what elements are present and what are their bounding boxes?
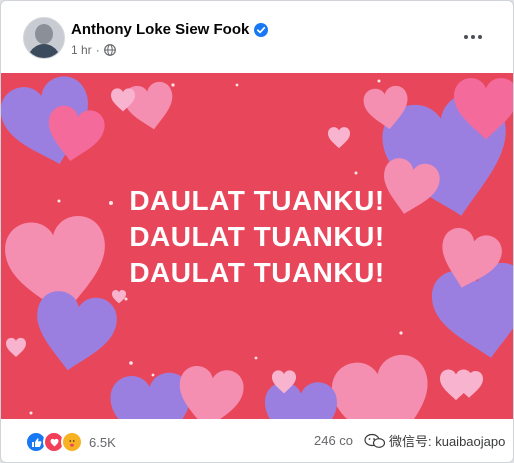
author-name[interactable]: Anthony Loke Siew Fook: [71, 21, 249, 38]
post-image[interactable]: DAULAT TUANKU! DAULAT TUANKU! DAULAT TUA…: [1, 73, 513, 419]
post-time[interactable]: 1 hr: [71, 43, 92, 57]
more-options-icon: [464, 35, 468, 39]
globe-icon: [103, 44, 116, 56]
care-icon: [61, 431, 83, 453]
more-options-button[interactable]: [459, 27, 487, 47]
reaction-count: 6.5K: [89, 434, 116, 450]
verified-badge-icon: [254, 22, 269, 37]
banner-text: DAULAT TUANKU! DAULAT TUANKU! DAULAT TUA…: [1, 183, 513, 291]
banner-line: DAULAT TUANKU!: [129, 221, 385, 252]
post-header: Anthony Loke Siew Fook 1 hr ·: [1, 1, 513, 73]
banner-line: DAULAT TUANKU!: [129, 257, 385, 288]
reactions-summary[interactable]: 6.5K: [25, 431, 116, 453]
wechat-icon: [364, 433, 386, 448]
meta-separator: ·: [95, 43, 100, 57]
author-name-row: Anthony Loke Siew Fook: [71, 21, 269, 38]
author-avatar[interactable]: [23, 17, 65, 59]
post-card: Anthony Loke Siew Fook 1 hr · DAULAT TUA…: [0, 0, 514, 463]
post-footer: 6.5K 246 co 微信号: kuaibaojapo: [1, 419, 513, 462]
banner-line: DAULAT TUANKU!: [129, 185, 385, 216]
comments-count[interactable]: 246 co: [314, 433, 353, 448]
watermark-text: 微信号: kuaibaojapo: [389, 434, 506, 449]
post-meta: 1 hr ·: [71, 43, 116, 57]
watermark: 微信号: kuaibaojapo: [361, 431, 509, 450]
